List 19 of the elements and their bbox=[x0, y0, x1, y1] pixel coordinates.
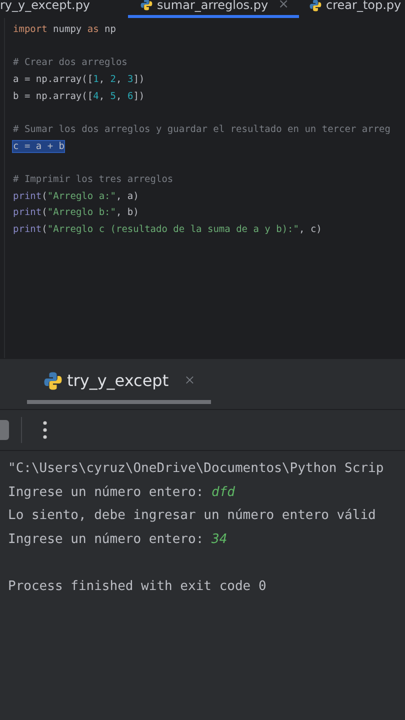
code-line: b = np.array([4, 5, 6]) bbox=[13, 90, 145, 102]
editor-tab[interactable]: ry_y_except.py bbox=[0, 0, 100, 18]
console-line: "C:\Users\cyruz\OneDrive\Documentos\Python Scrip bbox=[8, 461, 384, 476]
console-line: Lo siento, debe ingresar un número entero válid bbox=[8, 508, 376, 524]
code-line: import numpy as np bbox=[13, 24, 116, 35]
code-line: print("Arreglo a:", a) bbox=[13, 190, 139, 202]
code-line: print("Arreglo c (resultado de la suma de a y b):", c) bbox=[13, 224, 322, 236]
code-line: a = np.array([1, 2, 3]) bbox=[13, 74, 145, 85]
code-line: # Crear dos arreglos bbox=[13, 57, 128, 68]
editor-tab[interactable]: crear_top.py bbox=[299, 0, 405, 18]
code-line: # Sumar los dos arreglos y guardar el resultado en un tercer arreg bbox=[13, 124, 390, 135]
console-line: Ingrese un número entero: 34 bbox=[8, 532, 228, 547]
code-line: # Imprimir los tres arreglos bbox=[13, 174, 174, 186]
console-line: Process finished with exit code 0 bbox=[8, 578, 266, 594]
python-logo-icon bbox=[43, 370, 63, 390]
run-tab[interactable]: try_y_except × bbox=[27, 364, 211, 404]
more-options-icon[interactable] bbox=[42, 420, 48, 440]
code-line: print("Arreglo b:", b) bbox=[13, 207, 139, 218]
console-line: Ingrese un número entero: dfd bbox=[8, 484, 235, 500]
